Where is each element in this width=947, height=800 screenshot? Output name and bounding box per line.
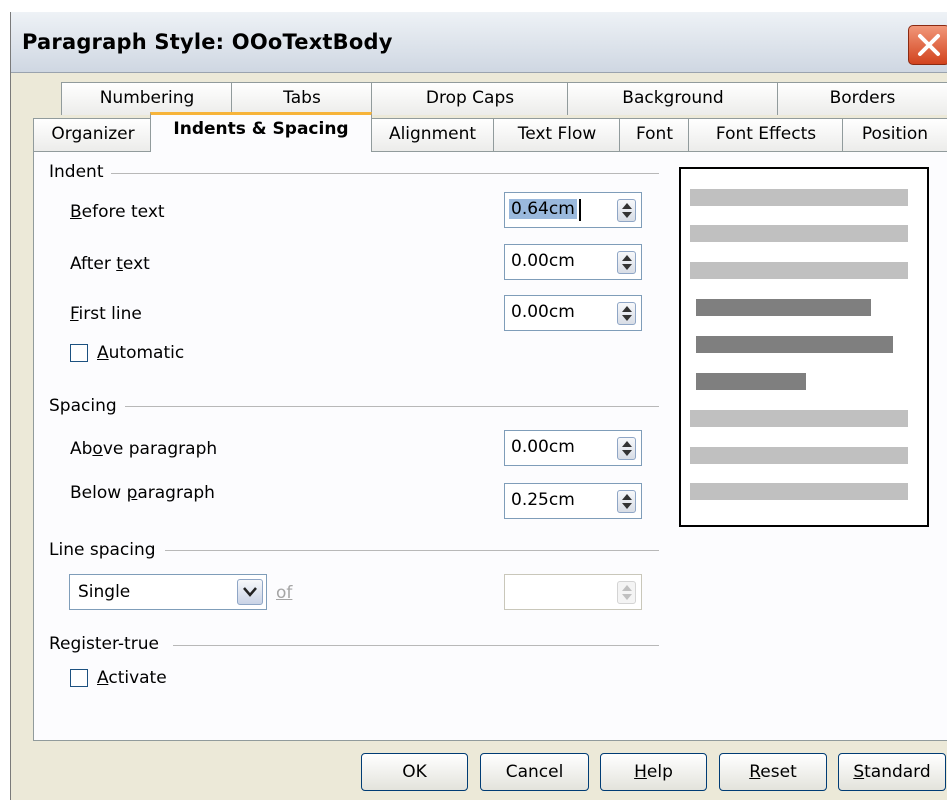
close-button[interactable] bbox=[908, 25, 947, 65]
first-line-spinbox[interactable]: 0.00cm bbox=[504, 295, 642, 331]
line-spacing-value: Single bbox=[78, 582, 131, 602]
dialog-window: Paragraph Style: OOoTextBody Numbering T… bbox=[10, 12, 947, 800]
preview-line-context bbox=[690, 225, 908, 242]
below-paragraph-spinbox[interactable]: 0.25cm bbox=[504, 483, 642, 519]
first-line-stepper[interactable] bbox=[617, 302, 636, 325]
spin-down-icon[interactable] bbox=[622, 212, 632, 218]
cancel-button[interactable]: Cancel bbox=[480, 753, 589, 791]
reset-button[interactable]: Reset bbox=[719, 753, 827, 791]
help-button[interactable]: Help bbox=[600, 753, 707, 791]
tab-numbering[interactable]: Numbering bbox=[61, 82, 233, 115]
below-paragraph-stepper[interactable] bbox=[617, 490, 636, 513]
chevron-down-icon bbox=[243, 587, 257, 597]
preview-line-context bbox=[690, 189, 908, 206]
register-true-heading: Register-true bbox=[49, 634, 159, 654]
preview-line-context bbox=[690, 410, 908, 427]
first-line-value[interactable]: 0.00cm bbox=[511, 302, 575, 322]
spin-up-icon bbox=[622, 585, 632, 591]
spin-down-icon[interactable] bbox=[622, 315, 632, 321]
preview-line-paragraph bbox=[696, 299, 871, 316]
line-spacing-heading: Line spacing bbox=[49, 540, 156, 560]
title-bar[interactable]: Paragraph Style: OOoTextBody bbox=[11, 12, 947, 73]
preview-line-context bbox=[690, 447, 908, 464]
spin-down-icon bbox=[622, 594, 632, 600]
activate-checkbox[interactable] bbox=[70, 669, 88, 687]
line-spacing-select[interactable]: Single bbox=[69, 574, 267, 610]
ok-button[interactable]: OK bbox=[361, 753, 468, 791]
standard-button[interactable]: Standard bbox=[838, 753, 946, 791]
tab-alignment[interactable]: Alignment bbox=[370, 118, 495, 151]
spin-up-icon[interactable] bbox=[622, 441, 632, 447]
spin-down-icon[interactable] bbox=[622, 503, 632, 509]
preview-line-context bbox=[690, 483, 908, 500]
after-text-label: After text bbox=[70, 254, 150, 274]
close-icon bbox=[918, 34, 940, 56]
paragraph-preview bbox=[679, 167, 929, 527]
dialog-title: Paragraph Style: OOoTextBody bbox=[22, 30, 393, 54]
tab-font[interactable]: Font bbox=[619, 118, 690, 151]
indent-heading: Indent bbox=[49, 162, 104, 182]
above-paragraph-spinbox[interactable]: 0.00cm bbox=[504, 430, 642, 466]
spin-up-icon[interactable] bbox=[622, 203, 632, 209]
before-text-spinbox[interactable]: 0.64cm bbox=[504, 192, 642, 228]
text-caret bbox=[579, 199, 581, 221]
after-text-value[interactable]: 0.00cm bbox=[511, 251, 575, 271]
tab-position[interactable]: Position bbox=[842, 118, 947, 151]
spin-down-icon[interactable] bbox=[622, 264, 632, 270]
of-label: of bbox=[276, 583, 293, 603]
tab-tabs[interactable]: Tabs bbox=[231, 82, 373, 115]
first-line-label: First line bbox=[70, 304, 142, 324]
preview-line-paragraph bbox=[696, 373, 806, 390]
indent-divider bbox=[111, 173, 659, 174]
tab-borders[interactable]: Borders bbox=[777, 82, 947, 115]
automatic-label[interactable]: Automatic bbox=[97, 343, 184, 363]
line-spacing-divider bbox=[165, 550, 659, 551]
tab-background[interactable]: Background bbox=[567, 82, 779, 115]
tab-indents-spacing[interactable]: Indents & Spacing bbox=[150, 112, 372, 152]
tab-drop-caps[interactable]: Drop Caps bbox=[371, 82, 569, 115]
after-text-stepper[interactable] bbox=[617, 251, 636, 274]
spin-up-icon[interactable] bbox=[622, 306, 632, 312]
preview-line-context bbox=[690, 262, 908, 279]
after-text-spinbox[interactable]: 0.00cm bbox=[504, 244, 642, 280]
line-spacing-of-spinbox[interactable] bbox=[504, 574, 642, 610]
spin-down-icon[interactable] bbox=[622, 450, 632, 456]
spin-up-icon[interactable] bbox=[622, 494, 632, 500]
spacing-heading: Spacing bbox=[49, 396, 117, 416]
spin-up-icon[interactable] bbox=[622, 255, 632, 261]
above-paragraph-label: Above paragraph bbox=[70, 439, 218, 459]
above-paragraph-stepper[interactable] bbox=[617, 437, 636, 460]
spacing-divider bbox=[125, 406, 659, 407]
dropdown-button[interactable] bbox=[237, 579, 263, 605]
below-paragraph-value[interactable]: 0.25cm bbox=[511, 490, 575, 510]
register-true-divider bbox=[173, 645, 659, 646]
preview-line-paragraph bbox=[696, 336, 893, 353]
tab-text-flow[interactable]: Text Flow bbox=[493, 118, 621, 151]
tab-font-effects[interactable]: Font Effects bbox=[688, 118, 844, 151]
line-spacing-of-stepper bbox=[617, 581, 636, 604]
before-text-stepper[interactable] bbox=[617, 199, 636, 222]
tab-organizer[interactable]: Organizer bbox=[33, 118, 153, 151]
below-paragraph-label: Below paragraph bbox=[70, 483, 215, 503]
activate-label[interactable]: Activate bbox=[97, 668, 167, 688]
above-paragraph-value[interactable]: 0.00cm bbox=[511, 437, 575, 457]
automatic-checkbox[interactable] bbox=[70, 344, 88, 362]
before-text-value[interactable]: 0.64cm bbox=[509, 199, 577, 219]
before-text-label: Before text bbox=[70, 202, 165, 222]
